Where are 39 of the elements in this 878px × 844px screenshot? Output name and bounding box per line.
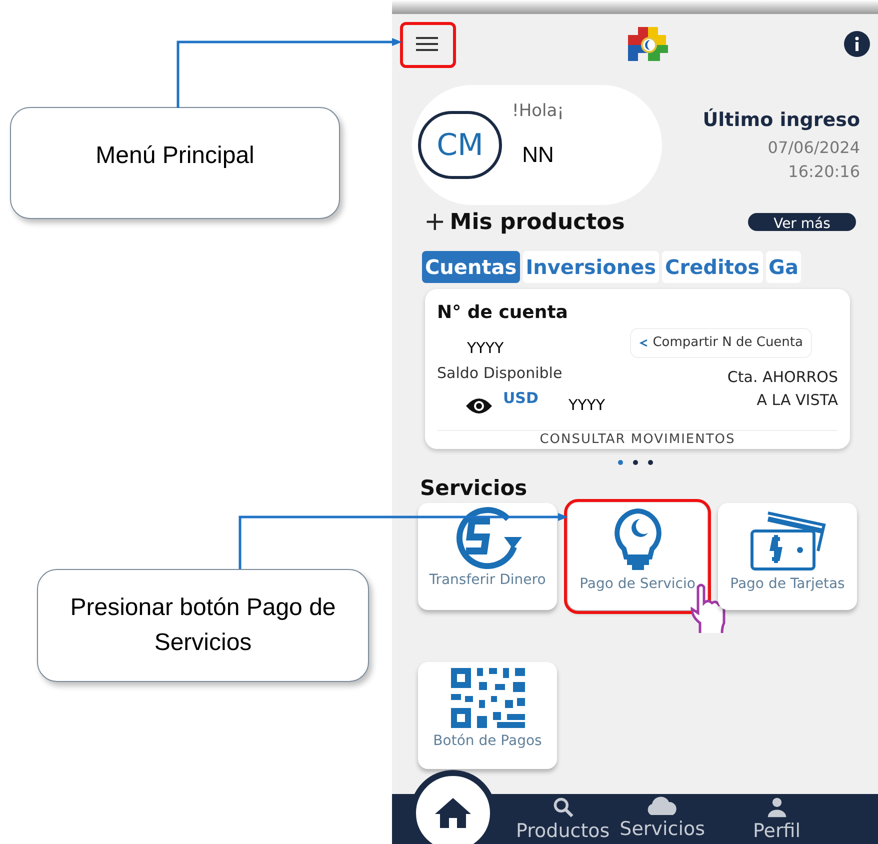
cloud-icon — [645, 796, 680, 816]
service-tile[interactable]: Botón de Pagos — [418, 662, 557, 769]
currency: USD — [503, 388, 538, 408]
nav-item[interactable]: Perfil — [753, 794, 801, 844]
product-tab[interactable]: Inversiones — [522, 251, 660, 283]
last-login-title: Último ingreso — [702, 107, 860, 133]
section-title: Servicios — [420, 475, 528, 501]
account-title: N° de cuenta — [437, 301, 569, 325]
product-tab[interactable]: Ga — [766, 251, 802, 283]
nav-item[interactable]: Servicios — [620, 794, 706, 844]
greeting-text: !Hola¡ — [512, 100, 564, 123]
eye-icon[interactable] — [465, 396, 493, 414]
balance-amount: YYYY — [568, 394, 606, 414]
callout-text: Menú Principal — [96, 141, 254, 171]
nav-item[interactable]: Productos — [516, 794, 610, 844]
expand-sign[interactable]: + — [424, 209, 446, 235]
info-icon[interactable] — [844, 31, 870, 57]
balance-label: Saldo Disponible — [437, 363, 564, 384]
user-name: NN — [522, 141, 554, 170]
share-button[interactable]: Compartir N de Cuenta — [630, 328, 812, 358]
account-type: A LA VISTA — [756, 390, 838, 410]
last-login-time: 16:20:16 — [788, 161, 860, 184]
home-icon — [433, 796, 473, 830]
last-login-date: 07/06/2024 — [768, 137, 860, 160]
movements-button[interactable]: CONSULTAR MOVIMIENTOS — [540, 431, 736, 449]
product-tab[interactable]: Cuentas — [422, 251, 520, 283]
avatar-initials: CM — [418, 111, 502, 179]
service-tile[interactable]: Pago de Servicio — [568, 503, 707, 610]
qr-code-icon — [448, 666, 526, 730]
section-title: Mis productos — [450, 208, 625, 236]
product-tab[interactable]: Creditos — [662, 251, 763, 283]
service-tile[interactable]: Transferir Dinero — [418, 503, 557, 610]
menu-icon — [415, 36, 439, 52]
account-type: Cta. AHORROS — [727, 367, 838, 388]
see-more-button[interactable]: Ver más — [748, 213, 856, 231]
account-number: YYYY — [467, 338, 504, 358]
share-icon — [638, 338, 649, 348]
service-tile[interactable]: Pago de Tarjetas — [718, 503, 857, 610]
callout-text: Presionar botón Pago de Servicios — [69, 593, 337, 658]
